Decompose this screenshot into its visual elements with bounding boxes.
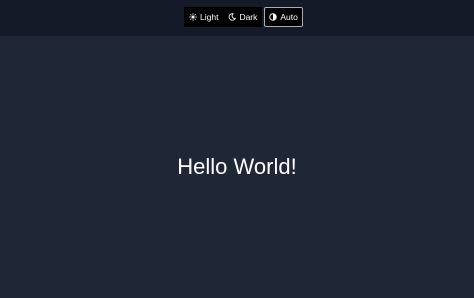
page-heading: Hello World! bbox=[177, 154, 297, 179]
half-circle-icon bbox=[269, 13, 278, 21]
main-content: Hello World! bbox=[0, 36, 474, 298]
theme-auto-button[interactable]: Auto bbox=[264, 7, 303, 27]
theme-switcher: Light Dark Auto bbox=[184, 7, 303, 27]
top-bar: Light Dark Auto bbox=[0, 0, 474, 36]
sun-icon bbox=[189, 13, 197, 21]
theme-dark-button[interactable]: Dark bbox=[223, 7, 263, 27]
theme-auto-label: Auto bbox=[280, 12, 298, 22]
theme-light-label: Light bbox=[200, 12, 219, 22]
moon-icon bbox=[228, 13, 237, 21]
theme-light-button[interactable]: Light bbox=[184, 7, 224, 27]
theme-dark-label: Dark bbox=[239, 12, 258, 22]
